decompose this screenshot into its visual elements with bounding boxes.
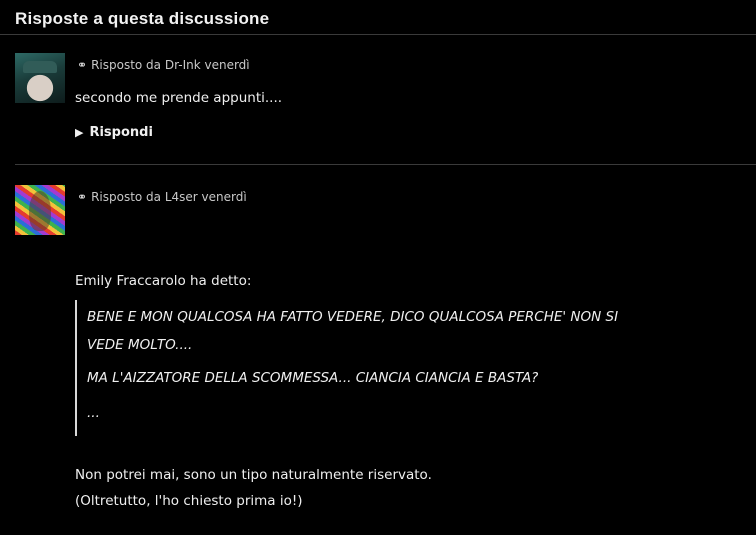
quote-line: BENE E MON QUALCOSA HA FATTO VEDERE, DIC… bbox=[87, 309, 619, 325]
post-meta-text: Risposto da L4ser venerdì bbox=[91, 190, 247, 204]
reply-button[interactable]: ▶ Rispondi bbox=[75, 125, 153, 140]
quote-line: VEDE MOLTO.... bbox=[87, 337, 193, 353]
quote-attribution: Emily Fraccarolo ha detto: bbox=[75, 273, 252, 289]
avatar[interactable] bbox=[15, 185, 65, 235]
post-text: (Oltretutto, l'ho chiesto prima io!) bbox=[75, 493, 303, 509]
post-text: Non potrei mai, sono un tipo naturalment… bbox=[75, 467, 432, 483]
post-meta: ⚭ Risposto da Dr-Ink venerdì bbox=[77, 58, 250, 72]
quote-line: MA L'AIZZATORE DELLA SCOMMESSA... CIANCI… bbox=[87, 370, 539, 386]
avatar[interactable] bbox=[15, 53, 65, 103]
post-text: secondo me prende appunti.... bbox=[75, 90, 283, 106]
reply-post: ⚭ Risposto da L4ser venerdì Emily Fraccar… bbox=[0, 180, 756, 535]
quote-block: BENE E MON QUALCOSA HA FATTO VEDERE, DIC… bbox=[75, 300, 737, 436]
reply-post: ⚭ Risposto da Dr-Ink venerdì secondo me p… bbox=[0, 48, 756, 164]
quote-line: ... bbox=[87, 405, 100, 421]
link-icon[interactable]: ⚭ bbox=[77, 190, 87, 204]
play-arrow-icon: ▶ bbox=[75, 126, 84, 139]
section-title: Risposte a questa discussione bbox=[15, 9, 270, 28]
post-meta-text: Risposto da Dr-Ink venerdì bbox=[91, 58, 250, 72]
post-divider bbox=[15, 164, 756, 165]
link-icon[interactable]: ⚭ bbox=[77, 58, 87, 72]
post-meta: ⚭ Risposto da L4ser venerdì bbox=[77, 190, 247, 204]
section-header: Risposte a questa discussione bbox=[0, 0, 756, 35]
reply-label: Rispondi bbox=[89, 125, 153, 140]
